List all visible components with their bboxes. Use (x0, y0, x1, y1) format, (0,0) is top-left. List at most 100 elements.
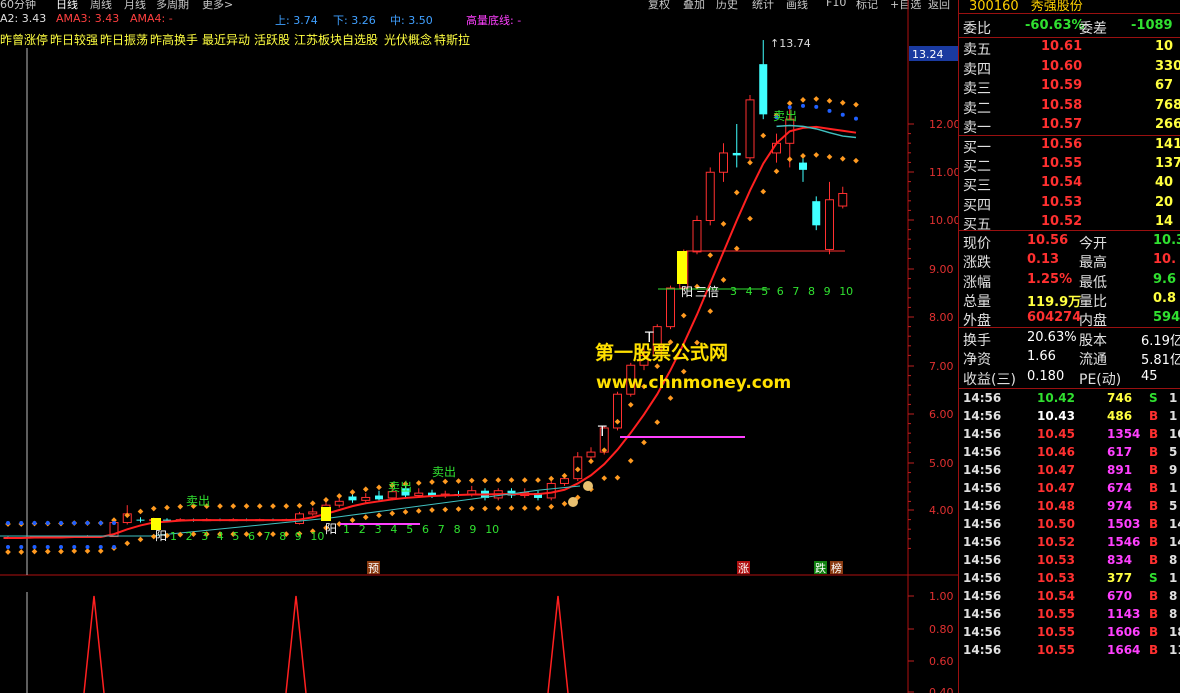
kline-chart[interactable]: 13.2412.0011.0010.009.008.007.006.005.00… (0, 0, 958, 693)
count-tick-b: 5 (406, 523, 413, 536)
bid-label: 买四 (963, 197, 991, 214)
event-badge[interactable]: 跌 (814, 561, 827, 575)
tick-volume: 1546 (1107, 535, 1141, 549)
blue-dot (59, 545, 63, 549)
candle-body (666, 287, 675, 328)
ask-volume: 768 (1155, 97, 1180, 113)
weibi-label: 委比 (963, 21, 991, 37)
band-dot-upper (495, 477, 502, 483)
band-dot-upper (177, 503, 184, 510)
band-dot-upper (150, 505, 157, 512)
tick-volume: 891 (1107, 463, 1133, 477)
candle[interactable] (825, 181, 834, 255)
event-badge[interactable]: 预 (367, 561, 380, 575)
tick-price: 10.47 (1037, 481, 1075, 495)
candle-body (546, 482, 556, 499)
band-dot-upper (362, 486, 369, 493)
band-dot-lower (747, 215, 753, 222)
candle-body (586, 451, 596, 458)
bid-label: 买一 (963, 140, 991, 156)
price-tick-label: 11.00 (929, 166, 958, 179)
ask-row-4: 卖一 10.57 266 (959, 116, 1180, 136)
tick-price: 10.55 (1037, 643, 1075, 657)
candle[interactable] (838, 186, 848, 209)
candle[interactable] (534, 490, 542, 501)
candle[interactable] (308, 507, 318, 516)
tick-price: 10.55 (1037, 625, 1075, 639)
candle[interactable] (666, 285, 675, 330)
ask-label: 卖四 (963, 61, 991, 78)
blue-dot (32, 545, 37, 549)
tick-volume: 1664 (1107, 643, 1141, 657)
candle[interactable] (745, 95, 755, 163)
band-dot-lower (5, 549, 11, 555)
candle[interactable] (375, 490, 383, 501)
tick-time: 14:56 (963, 391, 1002, 405)
count-tick-b: 1 (343, 523, 350, 536)
yang-label: 阳 (155, 529, 167, 543)
ask-label: 卖三 (963, 81, 991, 97)
fund-label: 净资 (963, 352, 991, 369)
indicator-spike (285, 595, 307, 693)
bid-volume: 14 (1155, 213, 1174, 229)
candle[interactable] (573, 452, 583, 482)
event-badge[interactable]: 榜 (830, 561, 843, 575)
blue-dot (801, 103, 805, 108)
tick-extra: 1 (1169, 391, 1178, 405)
count-tick-c: 5 (232, 530, 239, 543)
stock-title: 300160 秀强股份 (969, 0, 1180, 14)
ask-label: 卖二 (963, 100, 991, 117)
weicha-label: 委差 (1079, 21, 1107, 37)
candle[interactable] (719, 143, 728, 182)
band-dot-lower (97, 548, 104, 554)
quote-value-2: 10.3 (1153, 233, 1180, 248)
candle[interactable] (732, 124, 741, 168)
band-dot-upper (760, 132, 767, 139)
count-tick-c: 6 (248, 530, 255, 543)
ask-price: 10.57 (1041, 117, 1083, 132)
lower-tick-label: 0.40 (929, 686, 954, 693)
candle[interactable] (812, 196, 821, 231)
band-dot-upper (296, 502, 303, 509)
fund-row-0: 换手 20.63% 股本 6.19亿 (959, 329, 1180, 349)
bid-row-2: 买三 10.54 40 (959, 174, 1180, 194)
stock-name: 秀强股份 (1030, 0, 1083, 14)
band-dot-upper (588, 458, 594, 465)
candle-body (308, 511, 318, 515)
event-badge[interactable]: 涨 (737, 561, 750, 575)
weibi-value: -60.63% (1025, 18, 1085, 33)
candle[interactable] (440, 490, 450, 498)
price-tick-label: 6.00 (929, 408, 954, 421)
candle[interactable] (546, 481, 556, 501)
current-price-text: 13.24 (912, 48, 944, 61)
candle[interactable] (361, 493, 371, 503)
candle[interactable] (136, 517, 145, 523)
triple-label: 三倍 (695, 284, 719, 299)
candle[interactable] (613, 391, 622, 431)
tick-extra: 9 (1169, 463, 1178, 477)
candle[interactable] (705, 167, 715, 226)
band-dot-lower (71, 548, 78, 554)
blue-dot (32, 521, 37, 525)
count-tick-c: 9 (295, 530, 302, 543)
candle[interactable] (759, 40, 768, 120)
band-dot-lower (826, 153, 833, 160)
price-tick-label: 7.00 (929, 360, 954, 373)
band-dot-lower (760, 188, 767, 195)
tick-price: 10.46 (1037, 445, 1075, 459)
band-dot-upper (243, 503, 250, 509)
band-dot-lower (853, 157, 859, 164)
sell-signal-label: 卖出 (186, 494, 210, 508)
candle[interactable] (692, 215, 702, 255)
tick-side: S (1149, 571, 1158, 585)
band-dot-lower (800, 153, 806, 159)
candle[interactable] (799, 157, 807, 182)
tick-side: B (1149, 427, 1159, 441)
tick-volume: 377 (1107, 571, 1133, 585)
band-dot-upper (309, 500, 316, 507)
tick-extra: 5 (1169, 445, 1178, 459)
current-price-tag: 13.24 (909, 46, 958, 61)
tick-side: B (1149, 553, 1159, 567)
tick-price: 10.52 (1037, 535, 1075, 549)
tick-time: 14:56 (963, 643, 1002, 657)
